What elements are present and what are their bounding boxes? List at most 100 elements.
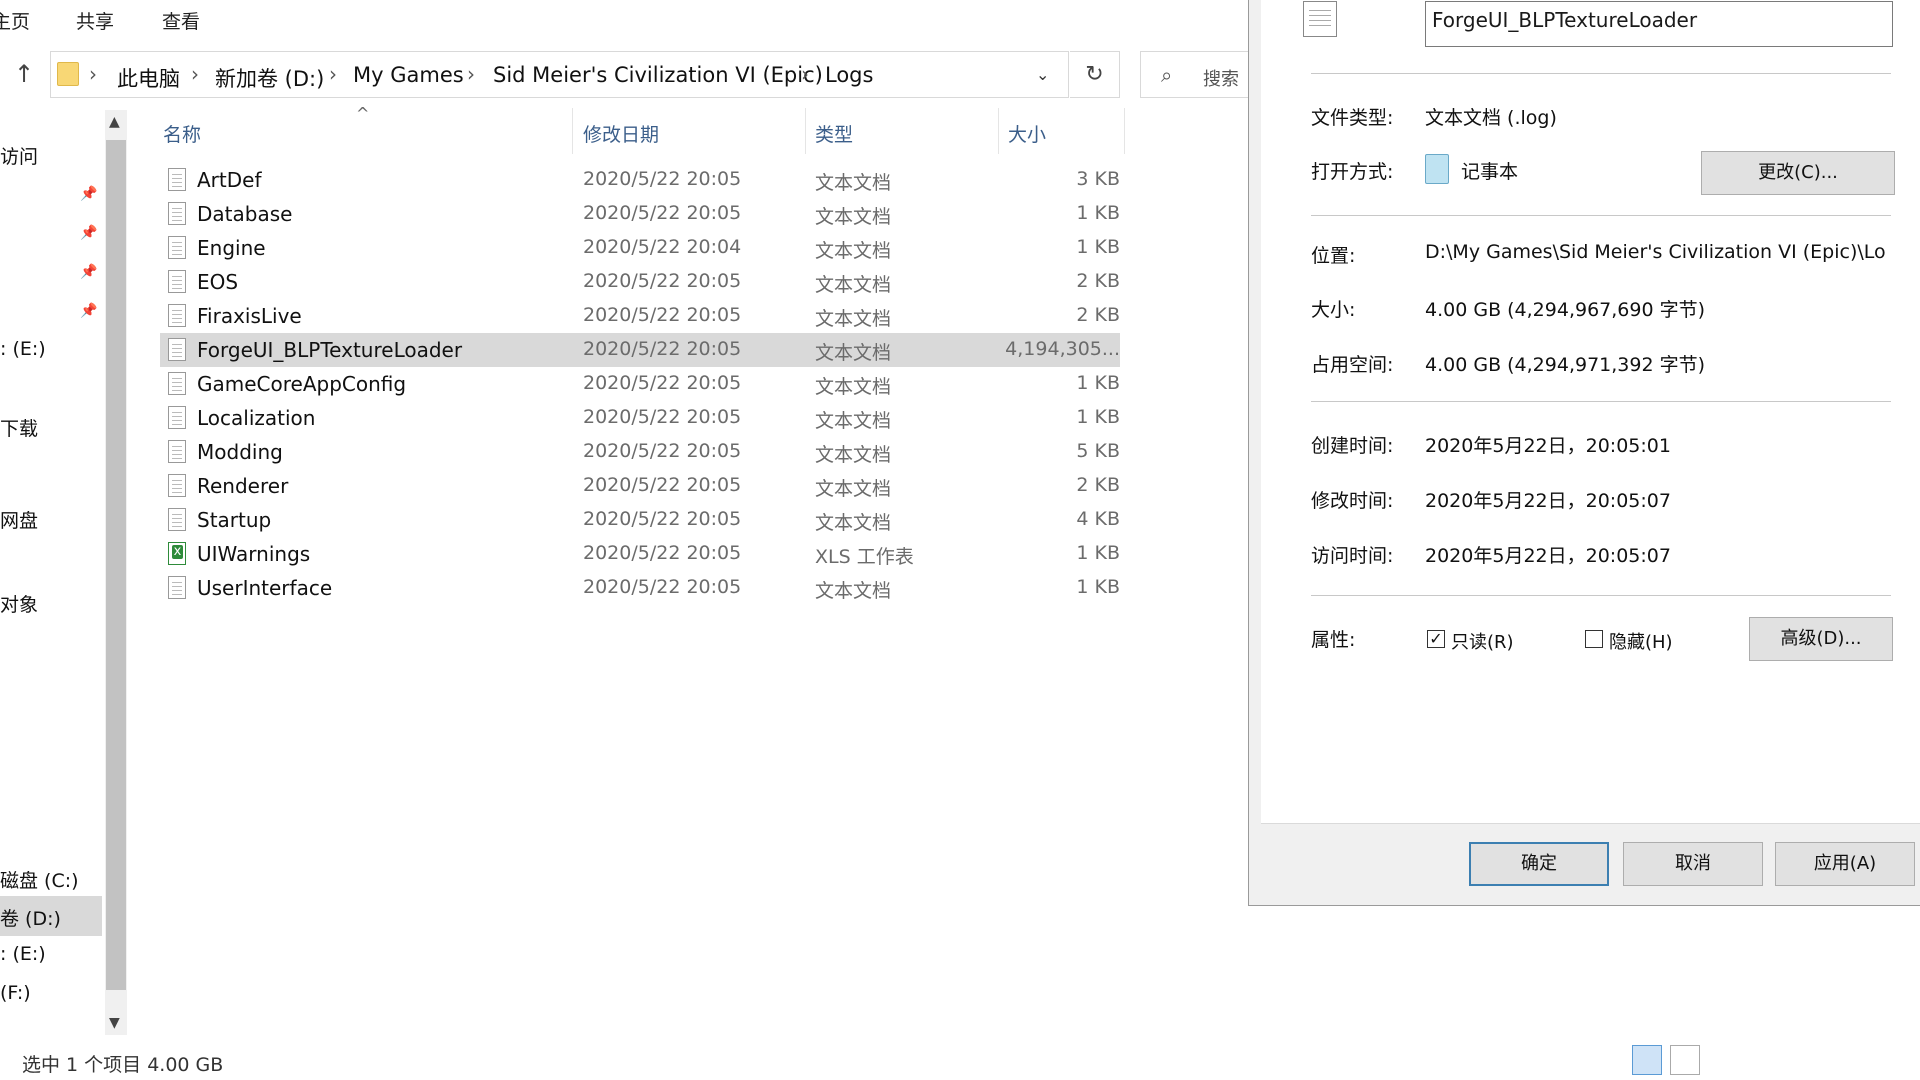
refresh-icon[interactable]: ↻ — [1070, 51, 1120, 98]
file-row[interactable]: Localization 2020/5/22 20:05 文本文档 1 KB — [160, 401, 1120, 435]
nav-item-quick-access[interactable]: 访问 — [0, 142, 38, 169]
file-row[interactable]: EOS 2020/5/22 20:05 文本文档 2 KB — [160, 265, 1120, 299]
nav-item-drive-f[interactable]: (F:) — [0, 982, 31, 1004]
breadcrumb-my-games[interactable]: My Games — [353, 63, 464, 87]
file-row[interactable]: UIWarnings 2020/5/22 20:05 XLS 工作表 1 KB — [160, 537, 1120, 571]
nav-item-drive-d[interactable]: 卷 (D:) — [0, 904, 61, 931]
nav-item-drive-e[interactable]: : (E:) — [0, 338, 46, 360]
column-header-date[interactable]: 修改日期 — [583, 120, 659, 147]
tab-share[interactable]: 共享 — [76, 7, 114, 34]
text-file-icon — [168, 202, 186, 225]
file-name: FiraxisLive — [197, 304, 302, 328]
file-date: 2020/5/22 20:04 — [583, 236, 742, 258]
file-row-selected[interactable]: ForgeUI_BLPTextureLoader 2020/5/22 20:05 文… — [160, 333, 1120, 367]
file-size: 1 KB — [1076, 542, 1120, 564]
hidden-checkbox[interactable] — [1585, 630, 1603, 648]
divider — [1311, 595, 1891, 596]
file-row[interactable]: ArtDef 2020/5/22 20:05 文本文档 3 KB — [160, 163, 1120, 197]
file-size: 1 KB — [1076, 202, 1120, 224]
arrow-up-icon[interactable]: ↑ — [14, 60, 34, 88]
large-icons-view-icon[interactable] — [1670, 1045, 1700, 1075]
tab-home[interactable]: 主页 — [0, 7, 30, 34]
column-divider[interactable] — [998, 108, 999, 154]
general-tab-panel: ForgeUI_BLPTextureLoader 文件类型: 文本文档 (.lo… — [1261, 0, 1920, 824]
text-file-icon — [168, 474, 186, 497]
file-name: GameCoreAppConfig — [197, 372, 407, 396]
text-file-icon — [168, 338, 186, 361]
chevron-right-icon[interactable]: › — [801, 62, 809, 86]
file-date: 2020/5/22 20:05 — [583, 338, 742, 360]
nav-scrollbar[interactable]: ▲ ▼ — [105, 110, 127, 1035]
ok-button[interactable]: 确定 — [1469, 842, 1609, 886]
column-header-type[interactable]: 类型 — [815, 120, 853, 147]
scroll-down-icon[interactable]: ▼ — [109, 1015, 120, 1031]
column-header-name[interactable]: 名称 — [163, 120, 201, 147]
address-bar[interactable]: › 此电脑 › 新加卷 (D:) › My Games › Sid Meier'… — [50, 51, 1069, 98]
advanced-button[interactable]: 高级(D)... — [1749, 617, 1893, 661]
hidden-label[interactable]: 隐藏(H) — [1609, 628, 1673, 654]
breadcrumb-logs[interactable]: Logs — [825, 63, 873, 87]
file-row[interactable]: Renderer 2020/5/22 20:05 文本文档 2 KB — [160, 469, 1120, 503]
breadcrumb-drive-d[interactable]: 新加卷 (D:) — [215, 63, 324, 93]
readonly-checkbox[interactable]: ✓ — [1427, 630, 1445, 648]
file-date: 2020/5/22 20:05 — [583, 508, 742, 530]
nav-item-3d-objects[interactable]: 对象 — [0, 590, 38, 617]
file-row[interactable]: UserInterface 2020/5/22 20:05 文本文档 1 KB — [160, 571, 1120, 605]
chevron-right-icon[interactable]: › — [329, 62, 337, 86]
size-label: 大小: — [1311, 299, 1356, 321]
file-row[interactable]: Database 2020/5/22 20:05 文本文档 1 KB — [160, 197, 1120, 231]
readonly-label[interactable]: 只读(R) — [1451, 628, 1514, 654]
divider — [1311, 73, 1891, 74]
file-type-value: 文本文档 (.log) — [1425, 107, 1557, 129]
file-row[interactable]: FiraxisLive 2020/5/22 20:05 文本文档 2 KB — [160, 299, 1120, 333]
tab-view[interactable]: 查看 — [162, 7, 200, 34]
file-name: Localization — [197, 406, 316, 430]
file-name: UIWarnings — [197, 542, 311, 566]
open-with-value: 记事本 — [1461, 161, 1519, 183]
scroll-up-icon[interactable]: ▲ — [109, 114, 120, 130]
filename-field[interactable]: ForgeUI_BLPTextureLoader — [1425, 1, 1893, 47]
location-label: 位置: — [1311, 245, 1356, 267]
file-type: 文本文档 — [815, 274, 892, 296]
apply-button[interactable]: 应用(A) — [1775, 842, 1915, 886]
file-row[interactable]: Startup 2020/5/22 20:05 文本文档 4 KB — [160, 503, 1120, 537]
column-divider[interactable] — [1124, 108, 1125, 154]
change-button[interactable]: 更改(C)... — [1701, 151, 1895, 195]
file-size: 4 KB — [1076, 508, 1120, 530]
breadcrumb-this-pc[interactable]: 此电脑 — [117, 63, 180, 93]
status-text: 选中 1 个项目 4.00 GB — [22, 1054, 224, 1076]
modified-label: 修改时间: — [1311, 490, 1394, 512]
file-size: 4,194,305... — [1005, 338, 1120, 360]
file-name: Database — [197, 202, 293, 226]
breadcrumb-civ6[interactable]: Sid Meier's Civilization VI (Epic) — [493, 63, 823, 87]
file-date: 2020/5/22 20:05 — [583, 270, 742, 292]
pin-icon: 📌 — [80, 303, 98, 319]
nav-item-drive-e2[interactable]: : (E:) — [0, 943, 46, 965]
nav-item-downloads[interactable]: 下载 — [0, 414, 38, 441]
scrollbar-thumb[interactable] — [106, 140, 126, 990]
file-row[interactable]: Engine 2020/5/22 20:04 文本文档 1 KB — [160, 231, 1120, 265]
chevron-right-icon[interactable]: › — [89, 62, 97, 86]
nav-item-netdisk[interactable]: 网盘 — [0, 506, 38, 533]
file-row[interactable]: GameCoreAppConfig 2020/5/22 20:05 文本文档 1 KB — [160, 367, 1120, 401]
ribbon: 主页 共享 查看 — [0, 0, 1250, 38]
column-divider[interactable] — [572, 108, 573, 154]
chevron-down-icon[interactable]: ⌄ — [1036, 65, 1049, 84]
size-value: 4.00 GB (4,294,967,690 字节) — [1425, 299, 1706, 321]
text-file-icon — [168, 236, 186, 259]
cancel-button[interactable]: 取消 — [1623, 842, 1763, 886]
file-size: 2 KB — [1076, 304, 1120, 326]
search-input[interactable]: ⌕ 搜索 — [1140, 51, 1260, 98]
text-file-icon — [168, 372, 186, 395]
chevron-right-icon[interactable]: › — [191, 62, 199, 86]
details-view-icon[interactable] — [1632, 1045, 1662, 1075]
column-divider[interactable] — [805, 108, 806, 154]
disk-size-value: 4.00 GB (4,294,971,392 字节) — [1425, 354, 1706, 376]
attributes-label: 属性: — [1311, 629, 1356, 651]
file-row[interactable]: Modding 2020/5/22 20:05 文本文档 5 KB — [160, 435, 1120, 469]
nav-item-drive-c[interactable]: 磁盘 (C:) — [0, 866, 79, 893]
open-with-label: 打开方式: — [1311, 161, 1394, 183]
column-header-size[interactable]: 大小 — [1008, 120, 1046, 147]
chevron-right-icon[interactable]: › — [467, 62, 475, 86]
text-file-icon — [168, 440, 186, 463]
